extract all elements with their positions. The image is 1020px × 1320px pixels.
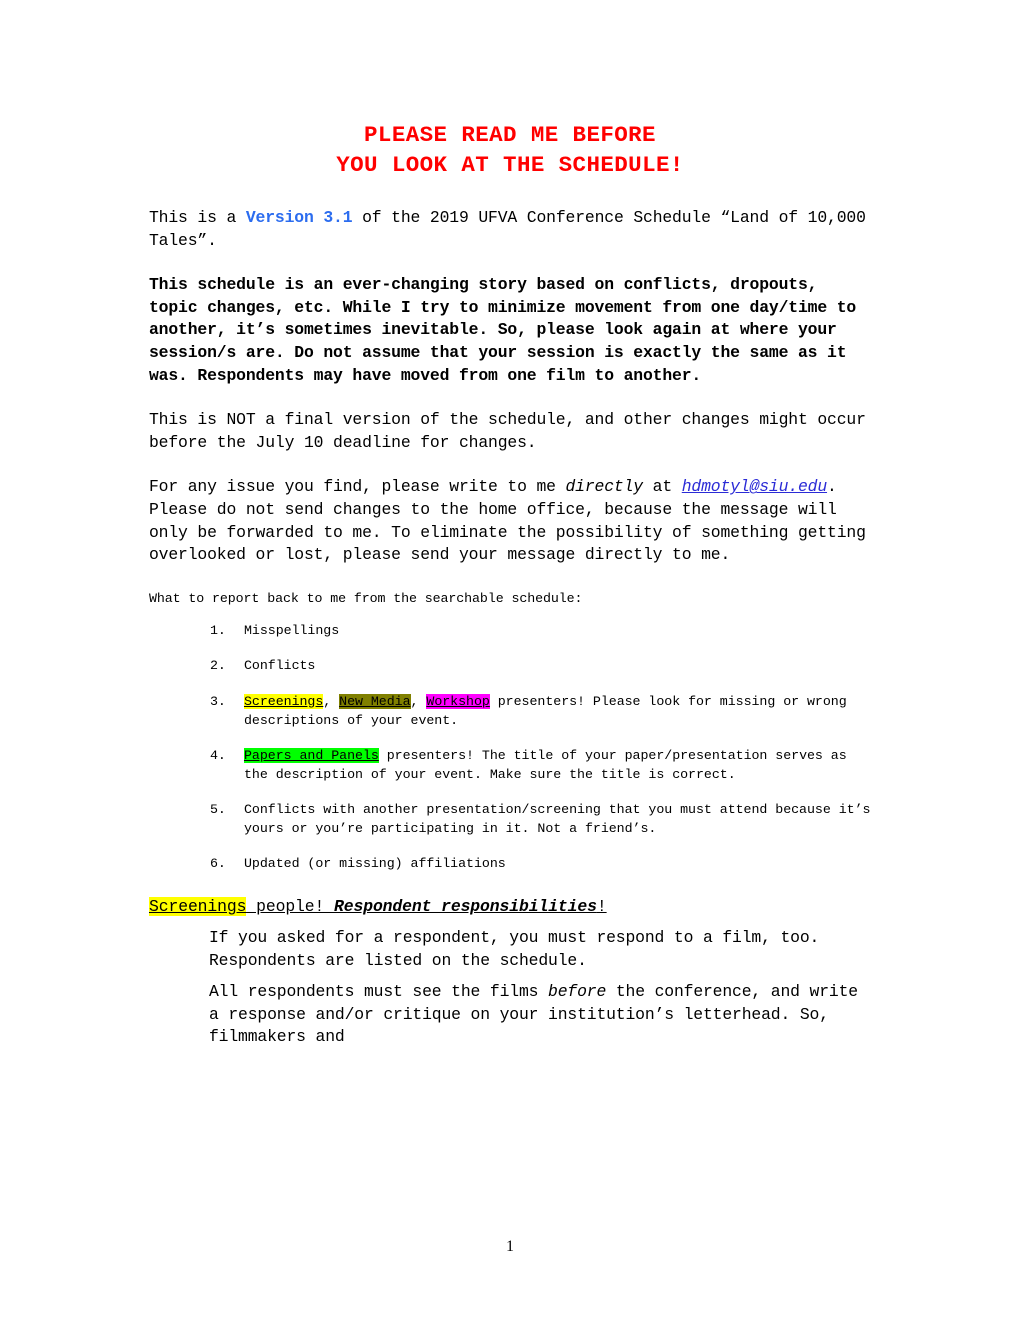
list-item-number: 4.	[210, 748, 226, 764]
list-item-text: Misspellings	[244, 622, 340, 638]
list-item-text: Conflicts	[244, 658, 316, 674]
highlight-screenings: Screenings	[149, 897, 247, 917]
list-item-text: Updated (or missing) affiliations	[244, 856, 506, 872]
respondent-paragraph-2-emphasis: before	[548, 982, 607, 1002]
contact-prefix: For any issue you find, please write to …	[149, 477, 566, 497]
page-title-line-2: YOU LOOK AT THE SCHEDULE!	[336, 152, 684, 178]
respondent-paragraph-2-prefix: All respondents must see the films	[209, 982, 549, 1002]
list-item-number: 1.	[210, 622, 226, 638]
page-title-line-1: PLEASE READ ME BEFORE	[364, 122, 656, 148]
list-item-text: Conflicts with another presentation/scre…	[244, 802, 871, 836]
not-final-paragraph: This is NOT a final version of the sched…	[149, 410, 866, 452]
respondent-paragraph-1: If you asked for a respondent, you must …	[209, 928, 820, 970]
screenings-heading-text: people!	[246, 897, 334, 917]
document-page: PLEASE READ ME BEFORE YOU LOOK AT THE SC…	[0, 0, 1020, 1320]
list-item: 2. Conflicts	[149, 657, 871, 676]
version-label: Version 3.1	[245, 208, 353, 227]
page-number: 1	[506, 1238, 514, 1255]
intro-paragraph: This is a Version 3.1 of the 2019 UFVA C…	[149, 207, 871, 252]
report-list: 1. Misspellings 2. Conflicts 3. Screenings,…	[149, 622, 871, 874]
contact-midfix: at	[643, 477, 682, 497]
screenings-heading-exclaim: !	[596, 897, 607, 917]
highlight-screenings: Screenings	[244, 693, 324, 709]
list-item: 5. Conflicts with another presentation/sc…	[149, 801, 871, 838]
list-item: 4. Papers and Panels presenters! The titl…	[149, 747, 871, 784]
screenings-section-heading: Screenings people! Respondent responsibi…	[149, 896, 871, 918]
list-item: 3. Screenings, New Media, Workshop presen…	[149, 693, 871, 730]
list-item-separator: ,	[410, 693, 427, 709]
contact-emphasis: directly	[565, 477, 644, 497]
highlight-new-media: New Media	[339, 693, 411, 709]
list-item-number: 3.	[210, 693, 226, 709]
list-item: 6. Updated (or missing) affiliations	[149, 855, 871, 874]
highlight-papers-and-panels: Papers and Panels	[244, 748, 379, 764]
list-item-number: 5.	[210, 802, 226, 818]
list-item-number: 6.	[210, 856, 226, 872]
list-item-number: 2.	[210, 658, 226, 674]
schedule-notice-paragraph: This schedule is an ever‑changing story …	[149, 275, 857, 385]
list-item: 1. Misspellings	[149, 622, 871, 641]
email-link[interactable]: hdmotyl@siu.edu	[682, 477, 827, 496]
page-title: PLEASE READ ME BEFORE YOU LOOK AT THE SC…	[149, 0, 871, 180]
highlight-workshop: Workshop	[426, 693, 490, 709]
report-list-heading: What to report back to me from the searc…	[149, 590, 583, 606]
respondent-responsibilities-emphasis: Respondent responsibilities	[334, 897, 597, 917]
document-body: PLEASE READ ME BEFORE YOU LOOK AT THE SC…	[149, 0, 871, 1049]
list-item-separator: ,	[323, 693, 340, 709]
respondent-paragraph-2: All respondents must see the films befor…	[209, 981, 871, 1049]
contact-paragraph: For any issue you find, please write to …	[149, 476, 871, 566]
intro-prefix: This is a	[149, 208, 246, 227]
